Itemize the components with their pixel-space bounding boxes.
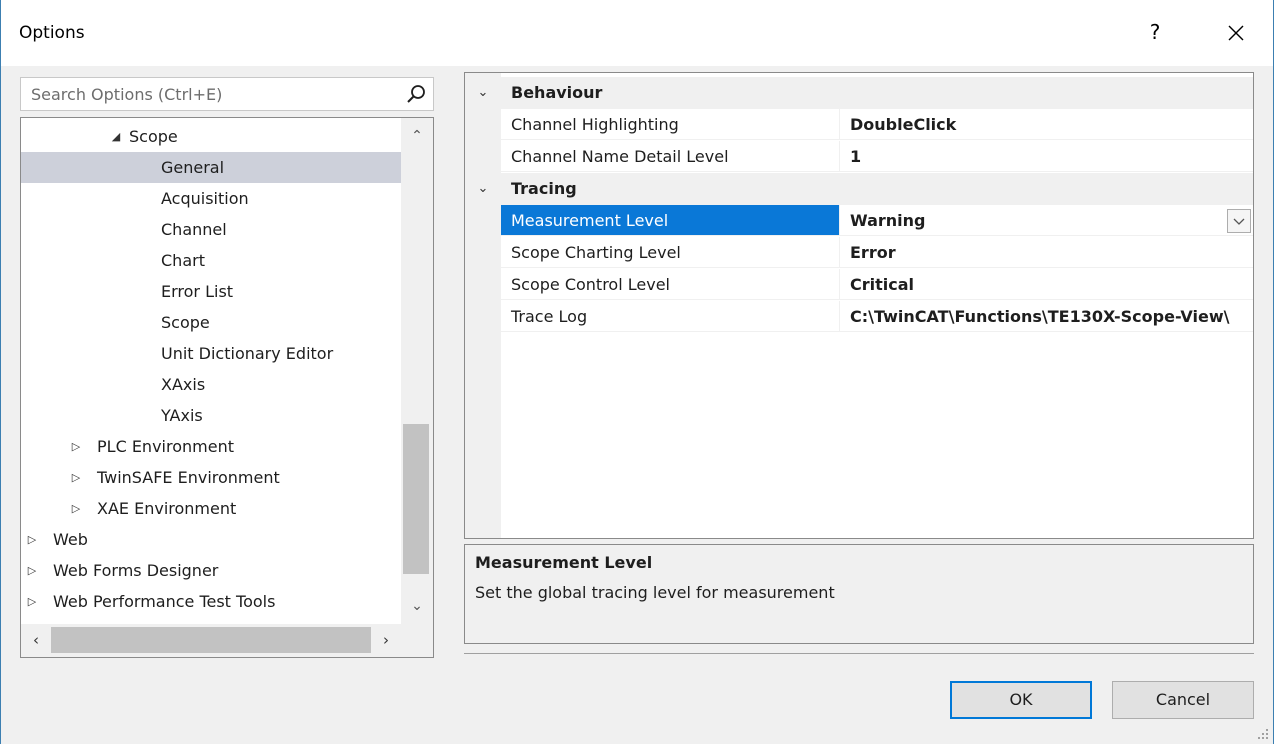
expand-arrow-icon[interactable]: ▷ [69, 493, 83, 524]
search-input[interactable] [21, 78, 401, 110]
search-icon[interactable] [405, 83, 427, 105]
property-grid: ⌄ Behaviour Channel Highlighting DoubleC… [464, 72, 1254, 539]
property-name[interactable]: Scope Control Level [501, 269, 839, 300]
tree-node-error-list[interactable]: Error List [21, 276, 401, 307]
category-label: Behaviour [511, 83, 603, 102]
tree-node-plc-environment[interactable]: ▷ PLC Environment [21, 431, 401, 462]
tree-label: XAxis [161, 375, 206, 394]
expand-arrow-icon[interactable]: ◢ [109, 121, 123, 152]
expand-arrow-icon[interactable]: ▷ [69, 431, 83, 462]
tree-node-xaxis[interactable]: XAxis [21, 369, 401, 400]
tree-label: Channel [161, 220, 227, 239]
tree-node-general[interactable]: General [21, 152, 401, 183]
description-panel: Measurement Level Set the global tracing… [464, 544, 1254, 644]
property-value[interactable]: 1 [839, 141, 1253, 172]
expand-arrow-icon[interactable]: ▷ [25, 524, 39, 555]
tree-node-yaxis[interactable]: YAxis [21, 400, 401, 431]
vertical-scroll-thumb[interactable] [403, 424, 429, 574]
tree-label: Chart [161, 251, 205, 270]
tree-node-chart[interactable]: Chart [21, 245, 401, 276]
description-text: Set the global tracing level for measure… [475, 583, 835, 602]
property-name[interactable]: Measurement Level [501, 205, 839, 236]
property-value[interactable]: Critical [839, 269, 1253, 300]
property-row[interactable]: Scope Charting Level Error [465, 237, 1253, 269]
property-value[interactable]: C:\TwinCAT\Functions\TE130X-Scope-View\ [839, 301, 1253, 332]
property-row[interactable]: Trace Log C:\TwinCAT\Functions\TE130X-Sc… [465, 301, 1253, 333]
scroll-down-icon[interactable]: ⌄ [401, 592, 433, 620]
title-bar: Options ? [1, 0, 1273, 66]
expand-arrow-icon[interactable]: ▷ [69, 462, 83, 493]
property-row[interactable]: Channel Highlighting DoubleClick [465, 109, 1253, 141]
tree-label: Scope [129, 127, 178, 146]
tree-node-xae-environment[interactable]: ▷ XAE Environment [21, 493, 401, 524]
category-behaviour[interactable]: ⌄ Behaviour [465, 77, 1253, 109]
tree-label: Error List [161, 282, 234, 301]
tree-node-web-forms-designer[interactable]: ▷ Web Forms Designer [21, 555, 401, 586]
scrollbar-corner [401, 624, 433, 657]
tree-node-unit-dictionary-editor[interactable]: Unit Dictionary Editor [21, 338, 401, 369]
chevron-down-icon [1233, 218, 1245, 225]
tree-label: Web Performance Test Tools [53, 592, 276, 611]
tree-node-web[interactable]: ▷ Web [21, 524, 401, 555]
search-box [20, 77, 434, 111]
divider [464, 653, 1254, 654]
expand-arrow-icon[interactable]: ▷ [25, 586, 39, 617]
close-icon [1228, 25, 1244, 41]
value-dropdown-button[interactable] [1227, 209, 1251, 233]
tree-label: Web [53, 530, 88, 549]
property-name[interactable]: Channel Name Detail Level [501, 141, 839, 172]
window-title: Options [19, 23, 85, 43]
ok-button[interactable]: OK [950, 681, 1092, 719]
collapse-chevron-icon[interactable]: ⌄ [473, 173, 493, 205]
options-tree: ◢ Scope General Acquisition Channel Char… [20, 117, 434, 658]
tree-node-scope-child[interactable]: Scope [21, 307, 401, 338]
property-name[interactable]: Scope Charting Level [501, 237, 839, 268]
tree-label: TwinSAFE Environment [97, 468, 280, 487]
tree-horizontal-scrollbar[interactable]: ‹ › [21, 624, 433, 657]
tree-node-twinsafe-environment[interactable]: ▷ TwinSAFE Environment [21, 462, 401, 493]
property-value[interactable]: Error [839, 237, 1253, 268]
tree-vertical-scrollbar[interactable]: ⌃ ⌄ [401, 118, 433, 624]
tree-label: Acquisition [161, 189, 249, 208]
property-row[interactable]: Channel Name Detail Level 1 [465, 141, 1253, 173]
cancel-button[interactable]: Cancel [1112, 681, 1254, 719]
tree-label: PLC Environment [97, 437, 234, 456]
property-row[interactable]: Scope Control Level Critical [465, 269, 1253, 301]
close-button[interactable] [1219, 16, 1253, 50]
property-name[interactable]: Channel Highlighting [501, 109, 839, 140]
tree-node-acquisition[interactable]: Acquisition [21, 183, 401, 214]
property-value[interactable]: Warning [839, 205, 1253, 236]
tree-label: Scope [161, 313, 210, 332]
collapse-chevron-icon[interactable]: ⌄ [473, 77, 493, 109]
scroll-up-icon[interactable]: ⌃ [401, 122, 433, 150]
expand-arrow-icon[interactable]: ▷ [25, 555, 39, 586]
tree-label: Unit Dictionary Editor [161, 344, 334, 363]
tree-node-channel[interactable]: Channel [21, 214, 401, 245]
tree-label: XAE Environment [97, 499, 237, 518]
horizontal-scroll-thumb[interactable] [51, 627, 371, 653]
resize-grip-icon[interactable] [1257, 728, 1269, 740]
help-button[interactable]: ? [1143, 18, 1167, 46]
tree-label: General [161, 158, 225, 177]
scroll-left-icon[interactable]: ‹ [21, 624, 51, 657]
tree-node-scope[interactable]: ◢ Scope [21, 121, 401, 152]
tree-label: YAxis [161, 406, 203, 425]
category-tracing[interactable]: ⌄ Tracing [465, 173, 1253, 205]
property-name[interactable]: Trace Log [501, 301, 839, 332]
options-dialog: Options ? ◢ Scope General Acquisition Ch [0, 0, 1274, 744]
category-label: Tracing [511, 179, 577, 198]
description-title: Measurement Level [475, 553, 653, 572]
scroll-right-icon[interactable]: › [371, 624, 401, 657]
property-row-selected[interactable]: Measurement Level Warning [465, 205, 1253, 237]
tree-label: Web Forms Designer [53, 561, 219, 580]
property-value[interactable]: DoubleClick [839, 109, 1253, 140]
tree-node-web-performance-test-tools[interactable]: ▷ Web Performance Test Tools [21, 586, 401, 617]
